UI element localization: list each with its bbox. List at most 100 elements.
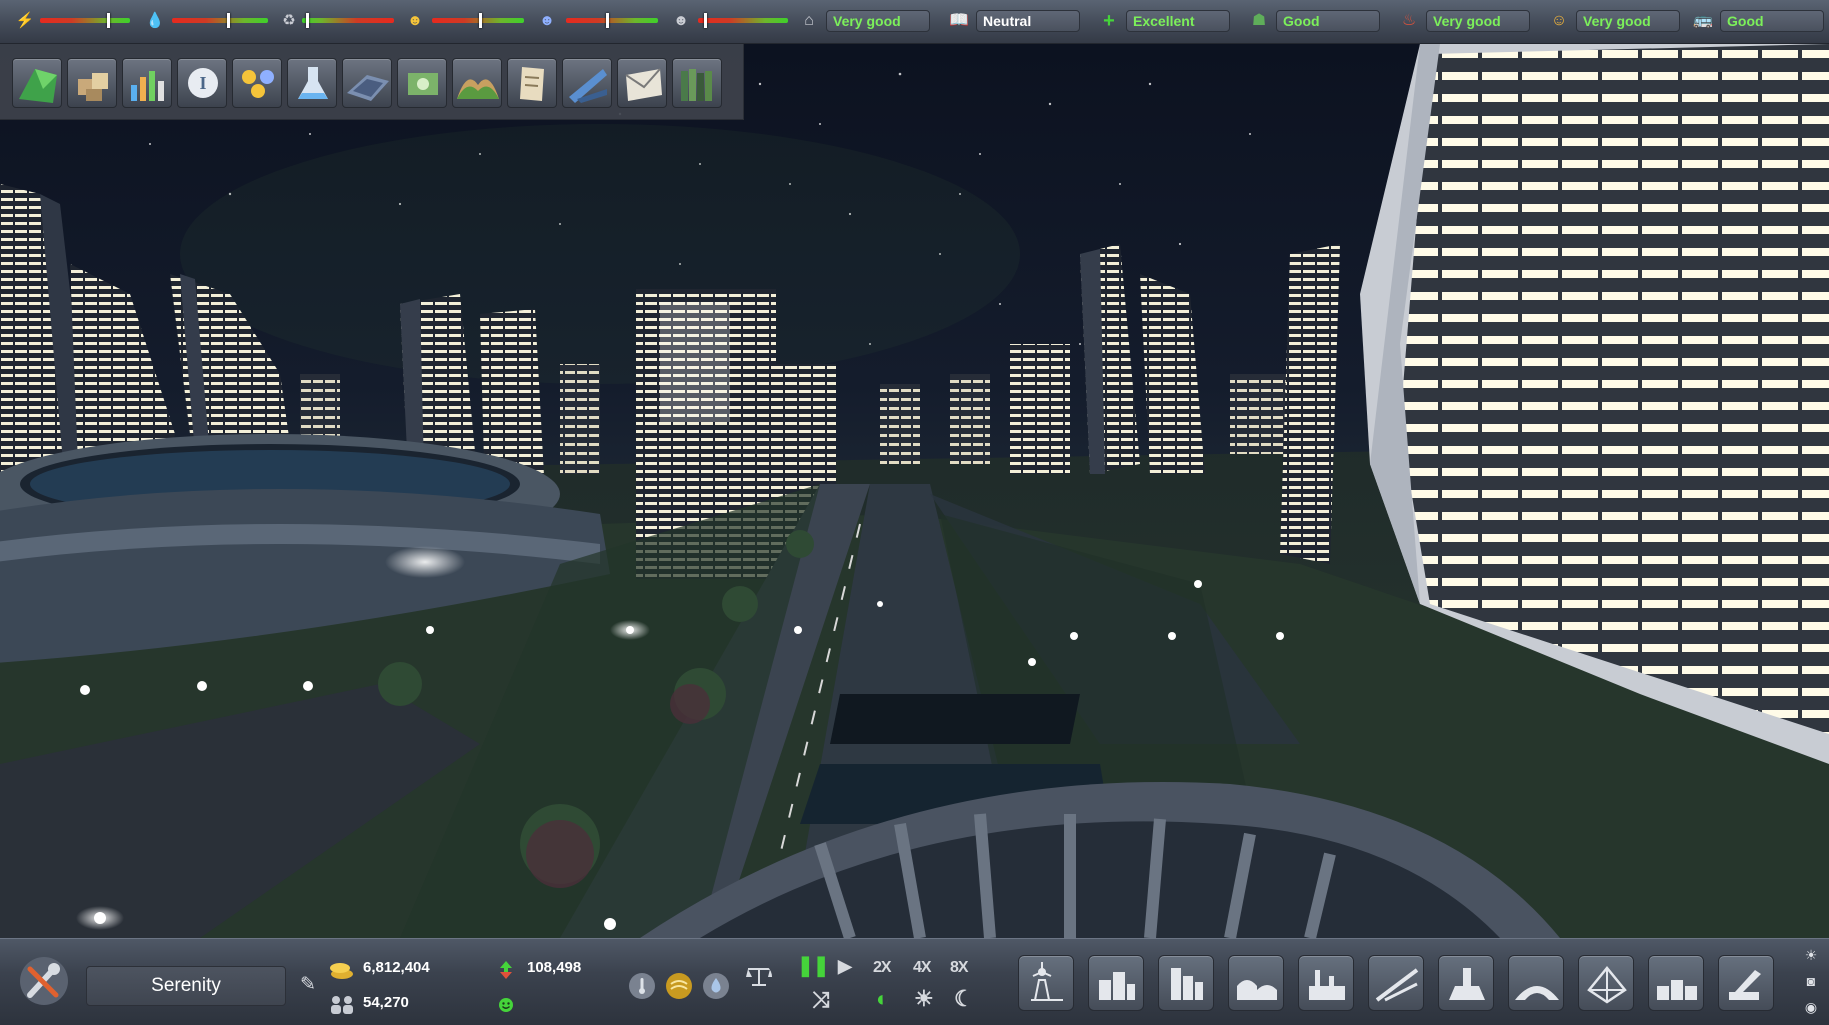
rating-fire[interactable]: ♨ Very good [1396,8,1534,34]
rating-safety-value: Good [1276,10,1380,32]
transport-build-icon [1375,968,1419,1002]
policies-button[interactable] [507,58,557,108]
water-needle [226,13,230,28]
rating-education[interactable]: 📖 Neutral [946,8,1084,34]
finance-button[interactable] [397,58,447,108]
meter-workers[interactable]: ☻ [404,10,530,32]
engineers-bar [698,18,788,23]
day-button[interactable]: ☀ [914,988,934,1010]
library-button[interactable] [672,58,722,108]
meter-power[interactable]: ⚡ [14,10,134,32]
specialists-needle [606,13,610,28]
income-value: 108,498 [527,959,582,976]
power-build-icon [1031,962,1063,1001]
temperature-overlay-icon[interactable] [628,972,656,1000]
meter-specialists[interactable]: ☻ [536,10,664,32]
speed-4x-button[interactable]: 4X [913,957,932,979]
info-icon: I [188,68,218,98]
income-trend-icon [500,961,512,979]
policies-icon [520,67,544,101]
camera-icon[interactable]: ◙ [1800,971,1822,991]
waste-icon: ♻ [282,12,296,29]
statistics-button[interactable] [122,58,172,108]
rating-health[interactable]: + Excellent [1096,8,1234,34]
resources-button[interactable] [67,58,117,108]
build-storage-button[interactable] [1648,955,1704,1011]
leisure-icon: ☺ [1550,12,1568,29]
water-icon: 💧 [145,12,165,29]
research-button[interactable] [287,58,337,108]
city-scene-graphic [0,44,1829,938]
mail-icon [625,68,662,101]
map-overview-icon [19,69,57,103]
rating-education-value: Neutral [976,10,1080,32]
rating-transport-value: Good [1720,10,1824,32]
speed-2x-button[interactable]: 2X [873,957,892,979]
safety-icon: ☗ [1251,12,1267,29]
rating-leisure[interactable]: ☺ Very good [1546,8,1684,34]
wrench-icon [20,957,68,1005]
water-overlay-icon[interactable] [702,972,730,1000]
city-viewport[interactable] [0,44,1829,938]
meter-waste[interactable]: ♻ [278,10,398,32]
info-button[interactable]: I [177,58,227,108]
health-icon: + [1103,10,1115,32]
eye-icon[interactable]: ◉ [1800,997,1822,1017]
resources-icon [78,73,108,101]
category-toolbar: I [0,44,744,120]
build-dome-button[interactable] [1578,955,1634,1011]
night-button[interactable]: ☾ [954,988,974,1010]
build-transport-button[interactable] [1368,955,1424,1011]
specialist-icon: ☻ [539,12,555,29]
pause-button[interactable]: ❚❚ [797,955,830,977]
svg-text:I: I [199,73,206,93]
build-landmark-button[interactable] [1438,955,1494,1011]
build-power-button[interactable] [1018,955,1074,1011]
research-icon [298,67,328,99]
services-build-icon [1237,980,1277,1000]
map-overview-button[interactable] [12,58,62,108]
transport-icon: 🚌 [1693,12,1713,29]
water-bar [172,18,268,23]
rating-safety[interactable]: ☗ Good [1246,8,1384,34]
housing-icon: ⌂ [804,12,814,29]
settings-button[interactable] [16,953,72,1009]
money-value: 6,812,404 [363,959,430,976]
day-night-cycle-button[interactable]: ◐ [876,988,889,1010]
bottom-bar: Serenity ✎ 6,812,404 54,270 108,498 ❚❚ ▶… [0,938,1829,1025]
city-name-field[interactable]: Serenity [86,966,286,1006]
power-bar [40,18,130,23]
projects-button[interactable] [342,58,392,108]
random-button[interactable]: ⤨ [812,989,830,1011]
projects-icon [347,75,389,101]
dome-build-icon [1587,966,1627,1004]
build-residential-button[interactable] [1088,955,1144,1011]
edit-name-icon[interactable]: ✎ [296,973,320,997]
money-icon [330,963,353,979]
speed-8x-button[interactable]: 8X [950,957,969,979]
commercial-build-icon [1171,968,1203,1000]
trade-button[interactable] [562,58,612,108]
rating-fire-value: Very good [1426,10,1530,32]
meter-water[interactable]: 💧 [144,10,274,32]
worker-icon: ☻ [407,12,423,29]
environment-button[interactable] [452,58,502,108]
play-button[interactable]: ▶ [838,955,852,977]
population-stat-icon [331,996,353,1014]
build-services-button[interactable] [1228,955,1284,1011]
rating-housing[interactable]: ⌂ Very good [796,8,934,34]
rating-housing-value: Very good [826,10,930,32]
build-leisure-button[interactable] [1508,955,1564,1011]
mail-button[interactable] [617,58,667,108]
rating-transport[interactable]: 🚌 Good [1690,8,1826,34]
build-bulldoze-button[interactable] [1718,955,1774,1011]
statistics-icon [131,71,164,101]
weather-icon[interactable]: ☀ [1800,945,1822,965]
meter-engineers[interactable]: ☻ [670,10,794,32]
balance-icon[interactable] [744,963,772,991]
population-button[interactable] [232,58,282,108]
wind-overlay-icon[interactable] [665,972,693,1000]
build-commercial-button[interactable] [1158,955,1214,1011]
power-icon: ⚡ [15,12,35,29]
build-industry-button[interactable] [1298,955,1354,1011]
